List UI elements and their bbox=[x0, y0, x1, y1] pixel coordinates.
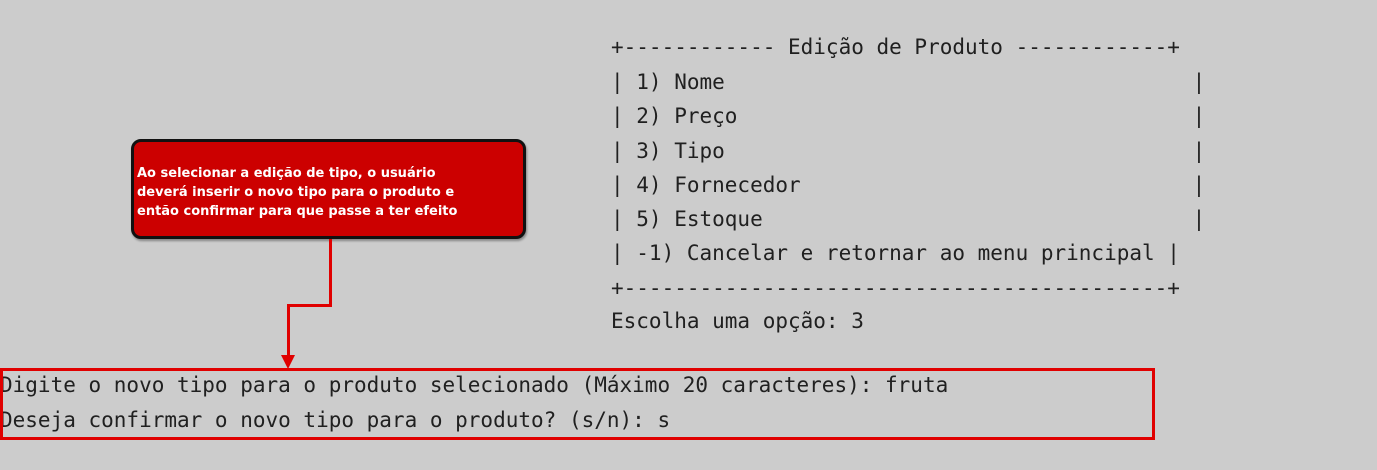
menu-item-fornecedor: | 4) Fornecedor | bbox=[611, 173, 1206, 197]
connector-vertical-line bbox=[329, 239, 332, 307]
menu-border-top: +------------ Edição de Produto --------… bbox=[611, 35, 1180, 59]
option-prompt: Escolha uma opção: 3 bbox=[611, 309, 864, 333]
highlight-box bbox=[0, 368, 1155, 440]
menu-border-bottom: +---------------------------------------… bbox=[611, 276, 1180, 300]
callout-text-line: então confirmar para que passe a ter efe… bbox=[137, 204, 458, 219]
menu-item-nome: | 1) Nome | bbox=[611, 70, 1206, 94]
menu-item-estoque: | 5) Estoque | bbox=[611, 207, 1206, 231]
menu-item-tipo: | 3) Tipo | bbox=[611, 139, 1206, 163]
menu-item-preco: | 2) Preço | bbox=[611, 104, 1206, 128]
annotation-callout: Ao selecionar a edição de tipo, o usuári… bbox=[131, 139, 526, 239]
menu-item-cancelar: | -1) Cancelar e retornar ao menu princi… bbox=[611, 241, 1180, 265]
callout-text-line: Ao selecionar a edição de tipo, o usuári… bbox=[137, 166, 436, 181]
connector-drop-line bbox=[287, 304, 290, 357]
connector-horizontal-line bbox=[287, 304, 332, 307]
callout-text-line: deverá inserir o novo tipo para o produt… bbox=[137, 185, 455, 200]
arrow-down-icon bbox=[281, 355, 295, 369]
